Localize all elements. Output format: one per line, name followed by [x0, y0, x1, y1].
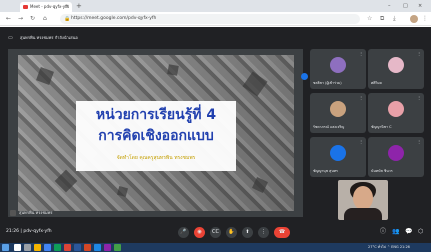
- presentation-tile[interactable]: หน่วยการเรียนรู้ที่ 4 การคิดเชิงออกแบบ จ…: [8, 49, 308, 217]
- reload-icon[interactable]: ↻: [30, 14, 35, 24]
- raise-hand-button[interactable]: ✋: [226, 227, 237, 238]
- participant-avatar: [388, 57, 404, 73]
- star-icon[interactable]: ☆: [367, 14, 372, 24]
- address-bar[interactable]: 🔒 https://meet.google.com/pdv-qyfx-yfh: [60, 14, 360, 24]
- search-icon[interactable]: [14, 244, 21, 251]
- app-icon[interactable]: [94, 244, 101, 251]
- presenter-name: สุนทรพิน ทรงชมพร: [19, 210, 53, 215]
- people-icon[interactable]: 👥: [392, 228, 399, 236]
- downloads-icon[interactable]: ⤓: [393, 14, 396, 24]
- more-options-button[interactable]: ⋮: [258, 227, 269, 238]
- present-screen-icon: ▭: [8, 35, 13, 41]
- participant-tile[interactable]: ชลธิชา (ผู้เข้าร่วม) ⋮: [310, 49, 366, 89]
- participant-avatar: [330, 145, 346, 161]
- participant-name: ชัญญานิชา C: [371, 125, 392, 129]
- maximize-button[interactable]: □: [403, 1, 408, 11]
- slide-title: หน่วยการเรียนรู้ที่ 4: [95, 107, 217, 123]
- participant-tile[interactable]: ชัญญานิชา C ⋮: [368, 93, 424, 133]
- presenter-name-bar: สุนทรพิน ทรงชมพร: [8, 209, 88, 217]
- captions-button[interactable]: CC: [210, 227, 221, 238]
- browser-menu-icon[interactable]: ⋮: [422, 14, 428, 24]
- meet-call-area: ▭ สุนทรพิน ทรงชมพร กำลังนำเสนอ หน่วยการเ…: [0, 27, 431, 243]
- tab-close-icon[interactable]: ×: [65, 3, 69, 11]
- participant-tile[interactable]: รัชดาภรณ์ แสงเจริญ ⋮: [310, 93, 366, 133]
- meet-favicon-icon: [23, 5, 28, 9]
- activities-icon[interactable]: ⬡: [418, 228, 423, 236]
- profile-avatar[interactable]: [410, 15, 418, 23]
- word-icon[interactable]: [74, 244, 81, 251]
- participant-avatar: [388, 101, 404, 117]
- app-icon[interactable]: [54, 244, 61, 251]
- app-icon[interactable]: [104, 244, 111, 251]
- app-icon[interactable]: [64, 244, 71, 251]
- chrome-icon[interactable]: [44, 244, 51, 251]
- screen: Meet - pdv-qyfx-yfh × + – □ × ← → ↻ ⌂ 🔒 …: [0, 0, 431, 252]
- forward-arrow-icon[interactable]: →: [18, 14, 23, 24]
- window-close-button[interactable]: ×: [418, 1, 422, 11]
- browser-tab[interactable]: Meet - pdv-qyfx-yfh ×: [20, 2, 72, 12]
- slide-subtitle: การคิดเชิงออกแบบ: [98, 128, 214, 144]
- more-options-icon[interactable]: ⋮: [417, 139, 421, 145]
- participant-name: ชลธิชา (ผู้เข้าร่วม): [313, 81, 342, 85]
- participant-avatar: [330, 101, 346, 117]
- speaking-indicator-icon: [301, 73, 308, 80]
- participant-tile[interactable]: ชัญญานุช สุนทร ⋮: [310, 137, 366, 177]
- more-options-icon[interactable]: ⋮: [359, 139, 363, 145]
- slide-title-panel: หน่วยการเรียนรู้ที่ 4 การคิดเชิงออกแบบ จ…: [76, 101, 236, 171]
- self-camera-tile[interactable]: [338, 180, 388, 220]
- task-view-icon[interactable]: [24, 244, 31, 251]
- presentation-slide: หน่วยการเรียนรู้ที่ 4 การคิดเชิงออกแบบ จ…: [18, 55, 294, 211]
- self-video-body: [344, 208, 382, 220]
- presenting-label: สุนทรพิน ทรงชมพร กำลังนำเสนอ: [20, 35, 78, 40]
- more-options-icon[interactable]: ⋮: [359, 95, 363, 101]
- more-options-icon[interactable]: ⋮: [417, 51, 421, 57]
- app-icon[interactable]: [114, 244, 121, 251]
- extensions-icon[interactable]: ⧉: [380, 14, 384, 24]
- windows-taskbar: 27°C ทั่วไป ⌃ ENG 21:26: [0, 243, 431, 252]
- system-tray: 27°C ทั่วไป ⌃ ENG 21:26: [368, 245, 410, 249]
- present-now-button[interactable]: ⬆: [242, 227, 253, 238]
- start-icon[interactable]: [2, 244, 9, 251]
- leave-call-button[interactable]: ☎: [274, 227, 290, 238]
- presenter-mini-icon: [10, 210, 16, 216]
- meeting-time-code: 21:26 | pdv-qyfx-yfh: [6, 229, 52, 234]
- participant-tile[interactable]: นันทนัช ชินวร ⋮: [368, 137, 424, 177]
- self-video-face: [353, 186, 373, 210]
- participant-name: ชัญญานุช สุนทร: [313, 169, 338, 173]
- minimize-button[interactable]: –: [388, 1, 391, 11]
- participant-name: ศศิวิมล: [371, 81, 382, 85]
- home-icon[interactable]: ⌂: [43, 14, 47, 24]
- file-explorer-icon[interactable]: [34, 244, 41, 251]
- url-text: https://meet.google.com/pdv-qyfx-yfh: [71, 16, 157, 21]
- lock-icon: 🔒: [64, 16, 71, 22]
- info-icon[interactable]: ⓘ: [380, 228, 386, 236]
- more-options-icon[interactable]: ⋮: [359, 51, 363, 57]
- presentation-header: ▭ สุนทรพิน ทรงชมพร กำลังนำเสนอ: [8, 33, 298, 43]
- more-options-icon[interactable]: ⋮: [417, 95, 421, 101]
- participant-avatar: [388, 145, 404, 161]
- camera-toggle-button[interactable]: ◉: [194, 227, 205, 238]
- participant-tile[interactable]: ศศิวิมล ⋮: [368, 49, 424, 89]
- browser-tab-strip: Meet - pdv-qyfx-yfh × + – □ ×: [0, 0, 431, 12]
- tab-title: Meet - pdv-qyfx-yfh: [30, 4, 70, 9]
- meeting-controls-bar: 21:26 | pdv-qyfx-yfh 🎤 ◉ CC ✋ ⬆ ⋮ ☎ ⓘ 👥 …: [0, 222, 431, 243]
- browser-toolbar: ← → ↻ ⌂ 🔒 https://meet.google.com/pdv-qy…: [0, 12, 431, 26]
- participant-name: รัชดาภรณ์ แสงเจริญ: [313, 125, 345, 129]
- participant-avatar: [330, 57, 346, 73]
- chat-icon[interactable]: 💬: [405, 228, 412, 236]
- back-arrow-icon[interactable]: ←: [6, 14, 11, 24]
- slide-author: จัดทำโดย คุณครูสุนทรพิน ทรงชมพร: [116, 155, 196, 161]
- powerpoint-icon[interactable]: [84, 244, 91, 251]
- slide-decoration: [167, 64, 179, 76]
- new-tab-button[interactable]: +: [76, 1, 82, 11]
- participant-name: นันทนัช ชินวร: [371, 169, 393, 173]
- mic-toggle-button[interactable]: 🎤: [178, 227, 189, 238]
